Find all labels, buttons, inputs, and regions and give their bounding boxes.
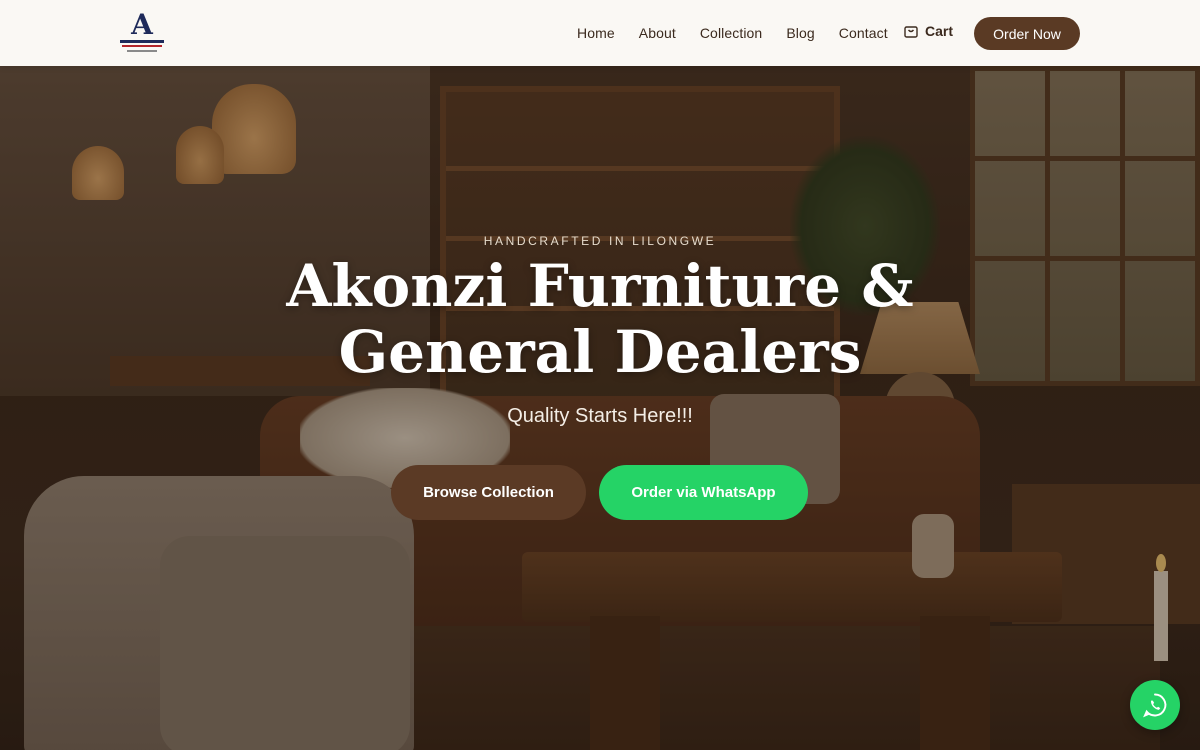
whatsapp-icon (1143, 693, 1167, 718)
hero-title-line2: General Dealers (338, 318, 862, 386)
hero-eyebrow: HANDCRAFTED IN LILONGWE (483, 234, 717, 248)
logo-mark-icon: A (131, 8, 153, 41)
hero-title: Akonzi Furniture & General Dealers (0, 253, 1200, 385)
nav-blog[interactable]: Blog (786, 25, 814, 41)
hero-tagline: Quality Starts Here!!! (507, 405, 693, 427)
nav-about[interactable]: About (639, 25, 676, 41)
main-nav: Home About Collection Blog Contact (577, 0, 888, 66)
site-header: A Home About Collection Blog Contact Car… (0, 0, 1200, 66)
logo-caption-line (127, 50, 157, 52)
shopping-bag-icon (904, 26, 918, 38)
logo-underline (120, 40, 164, 43)
order-now-button[interactable]: Order Now (974, 17, 1080, 50)
browse-collection-button[interactable]: Browse Collection (391, 465, 586, 520)
hero-title-line1: Akonzi Furniture & (286, 252, 914, 320)
nav-collection[interactable]: Collection (700, 25, 762, 41)
nav-home[interactable]: Home (577, 25, 615, 41)
cart-label: Cart (925, 23, 954, 39)
nav-contact[interactable]: Contact (839, 25, 888, 41)
akonzi-logo[interactable]: A (118, 11, 166, 55)
logo-accent-line (122, 45, 162, 47)
cart-link[interactable]: Cart (903, 23, 953, 39)
whatsapp-float-button[interactable] (1130, 680, 1180, 730)
order-via-whatsapp-button[interactable]: Order via WhatsApp (599, 465, 808, 520)
